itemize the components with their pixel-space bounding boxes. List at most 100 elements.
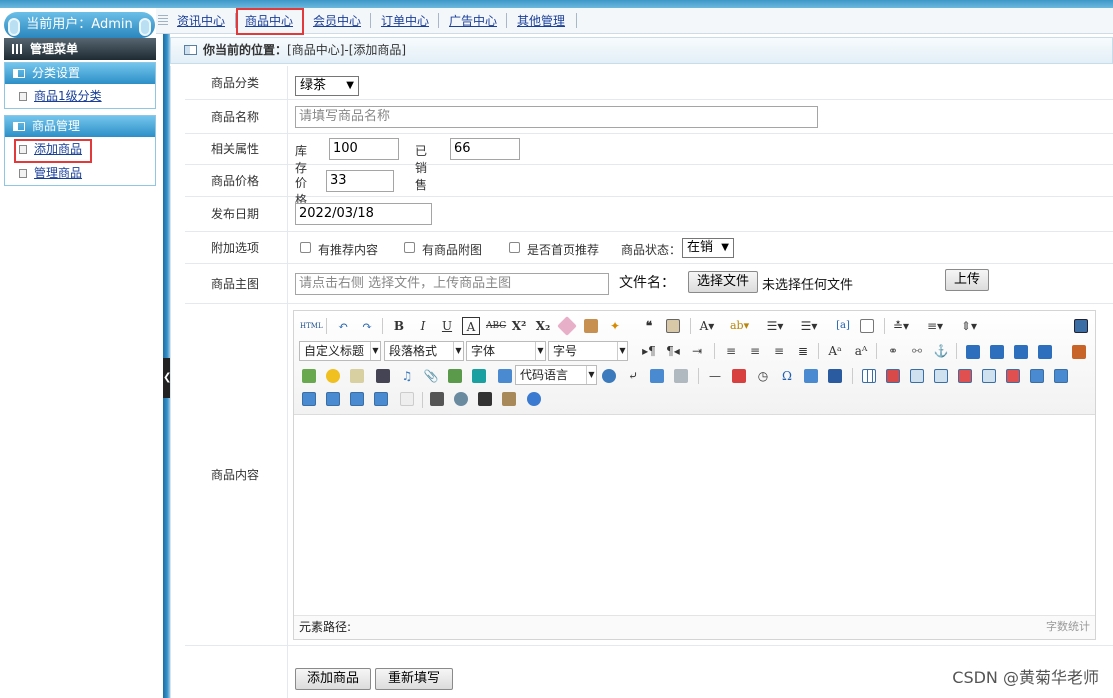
template-icon[interactable]	[674, 369, 688, 383]
time-icon[interactable]: ◷	[754, 367, 772, 385]
anchor-icon[interactable]: ⚓	[932, 342, 950, 360]
sidebar-item-manage-goods[interactable]: 管理商品	[5, 161, 155, 185]
sold-input[interactable]: 66	[450, 138, 520, 160]
indent-icon[interactable]: ⇥	[688, 342, 706, 360]
link-icon[interactable]: ⚭	[884, 342, 902, 360]
lowercase-icon[interactable]: aᴬ	[852, 342, 870, 360]
print-icon[interactable]	[430, 392, 444, 406]
tab-ad-center[interactable]: 广告中心	[449, 12, 497, 30]
special-char-icon[interactable]: Ω	[778, 367, 796, 385]
image-left-icon[interactable]	[990, 345, 1004, 359]
bold-icon[interactable]: B	[390, 317, 408, 335]
image-center-icon[interactable]	[1038, 345, 1052, 359]
sidebar-item-category-level1[interactable]: 商品1级分类	[5, 84, 155, 108]
goods-name-input[interactable]: 请填写商品名称	[295, 106, 818, 128]
custom-heading-select[interactable]: 自定义标题 ▼	[299, 341, 381, 361]
merge-cells-icon[interactable]	[1030, 369, 1044, 383]
background-icon[interactable]	[650, 369, 664, 383]
strikethrough-icon[interactable]: ABC	[486, 317, 506, 335]
image-icon[interactable]	[1072, 345, 1086, 359]
add-goods-button[interactable]: 添加商品	[295, 668, 371, 690]
font-border-icon[interactable]: A	[462, 317, 480, 335]
image-right-icon[interactable]	[1014, 345, 1028, 359]
scrawl-icon[interactable]	[350, 369, 364, 383]
reset-button[interactable]: 重新填写	[375, 668, 453, 690]
music-icon[interactable]: ♫	[398, 367, 416, 385]
tab-member-center[interactable]: 会员中心	[313, 12, 361, 30]
underline-icon[interactable]: U	[438, 317, 456, 335]
row-spacing-bottom-icon[interactable]: ≡▾	[926, 317, 944, 335]
unordered-list-icon[interactable]: ☰▾	[800, 317, 818, 335]
multi-image-icon[interactable]	[302, 369, 316, 383]
ltr-direction-icon[interactable]: ▸¶	[640, 342, 658, 360]
upload-button[interactable]: 上传	[945, 269, 989, 291]
menu-group-header[interactable]: 商品管理	[5, 116, 155, 137]
recommend-checkbox[interactable]	[300, 242, 311, 253]
background-color-icon[interactable]: ab▾	[730, 317, 749, 335]
price1-input[interactable]: 33	[326, 170, 394, 192]
emotion-icon[interactable]	[326, 369, 340, 383]
drafts-icon[interactable]	[502, 392, 516, 406]
attachment-icon[interactable]: 📎	[422, 367, 440, 385]
align-center-icon[interactable]: ≡	[746, 342, 764, 360]
tab-news-center[interactable]: 资讯中心	[177, 12, 225, 30]
row-spacing-top-icon[interactable]: ≛▾	[892, 317, 910, 335]
horizontal-rule-icon[interactable]: —	[706, 367, 724, 385]
rtl-direction-icon[interactable]: ¶◂	[664, 342, 682, 360]
menu-group-header[interactable]: 分类设置	[5, 63, 155, 84]
format-painter-icon[interactable]	[584, 319, 598, 333]
word-image-icon[interactable]	[828, 369, 842, 383]
split-to-cells-icon[interactable]	[326, 392, 340, 406]
redo-icon[interactable]: ↷	[358, 317, 376, 335]
publish-date-input[interactable]: 2022/03/18	[295, 203, 432, 225]
select-all-icon[interactable]: [a]	[834, 317, 852, 335]
delete-table-icon[interactable]	[886, 369, 900, 383]
insert-paragraph-before-table-icon[interactable]	[910, 369, 924, 383]
page-break-icon[interactable]: ⤶	[624, 367, 642, 385]
insert-row-icon[interactable]	[934, 369, 948, 383]
subscript-icon[interactable]: X₂	[534, 317, 552, 335]
paste-plain-icon[interactable]	[666, 319, 680, 333]
font-color-icon[interactable]: A▾	[698, 317, 716, 335]
superscript-icon[interactable]: X²	[510, 317, 528, 335]
insert-table-icon[interactable]	[862, 369, 876, 383]
homepage-checkbox[interactable]	[509, 242, 520, 253]
font-size-select[interactable]: 字号 ▼	[548, 341, 628, 361]
align-left-icon[interactable]: ≡	[722, 342, 740, 360]
clear-document-icon[interactable]	[860, 319, 874, 333]
merge-right-icon[interactable]	[1054, 369, 1068, 383]
unlink-icon[interactable]: ⚯	[908, 342, 926, 360]
font-family-select[interactable]: 字体 ▼	[466, 341, 546, 361]
choose-file-button[interactable]: 选择文件	[688, 271, 758, 293]
map-icon[interactable]	[448, 369, 462, 383]
collapse-sidebar-handle[interactable]: ❮	[163, 358, 171, 398]
align-right-icon[interactable]: ≡	[770, 342, 788, 360]
delete-col-icon[interactable]	[1006, 369, 1020, 383]
blockquote-icon[interactable]: ❝	[640, 317, 658, 335]
gallery-checkbox[interactable]	[404, 242, 415, 253]
stock-input[interactable]: 100	[329, 138, 399, 160]
split-to-rows-icon[interactable]	[350, 392, 364, 406]
eraser-icon[interactable]	[557, 316, 577, 336]
image-none-icon[interactable]	[966, 345, 980, 359]
italic-icon[interactable]: I	[414, 317, 432, 335]
html-source-icon[interactable]: HTML	[300, 317, 323, 335]
main-image-path-input[interactable]: 请点击右侧 选择文件，上传商品主图	[295, 273, 609, 295]
category-select[interactable]: 绿茶 ▼	[295, 76, 359, 96]
search-replace-icon[interactable]	[478, 392, 492, 406]
web-app-icon[interactable]	[602, 369, 616, 383]
align-justify-icon[interactable]: ≣	[794, 342, 812, 360]
fullscreen-icon[interactable]	[1074, 319, 1088, 333]
video-icon[interactable]	[376, 369, 390, 383]
preview-icon[interactable]	[454, 392, 468, 406]
uppercase-icon[interactable]: Aᵃ	[826, 342, 844, 360]
auto-format-icon[interactable]: ✦	[606, 317, 624, 335]
delete-row-icon[interactable]	[958, 369, 972, 383]
help-icon[interactable]	[527, 392, 541, 406]
date-icon[interactable]	[732, 369, 746, 383]
line-height-icon[interactable]: ⇕▾	[960, 317, 978, 335]
code-language-select[interactable]: 代码语言 ▼	[515, 365, 597, 385]
insert-frame-icon[interactable]	[498, 369, 512, 383]
insert-col-icon[interactable]	[982, 369, 996, 383]
paragraph-format-select[interactable]: 段落格式 ▼	[384, 341, 464, 361]
